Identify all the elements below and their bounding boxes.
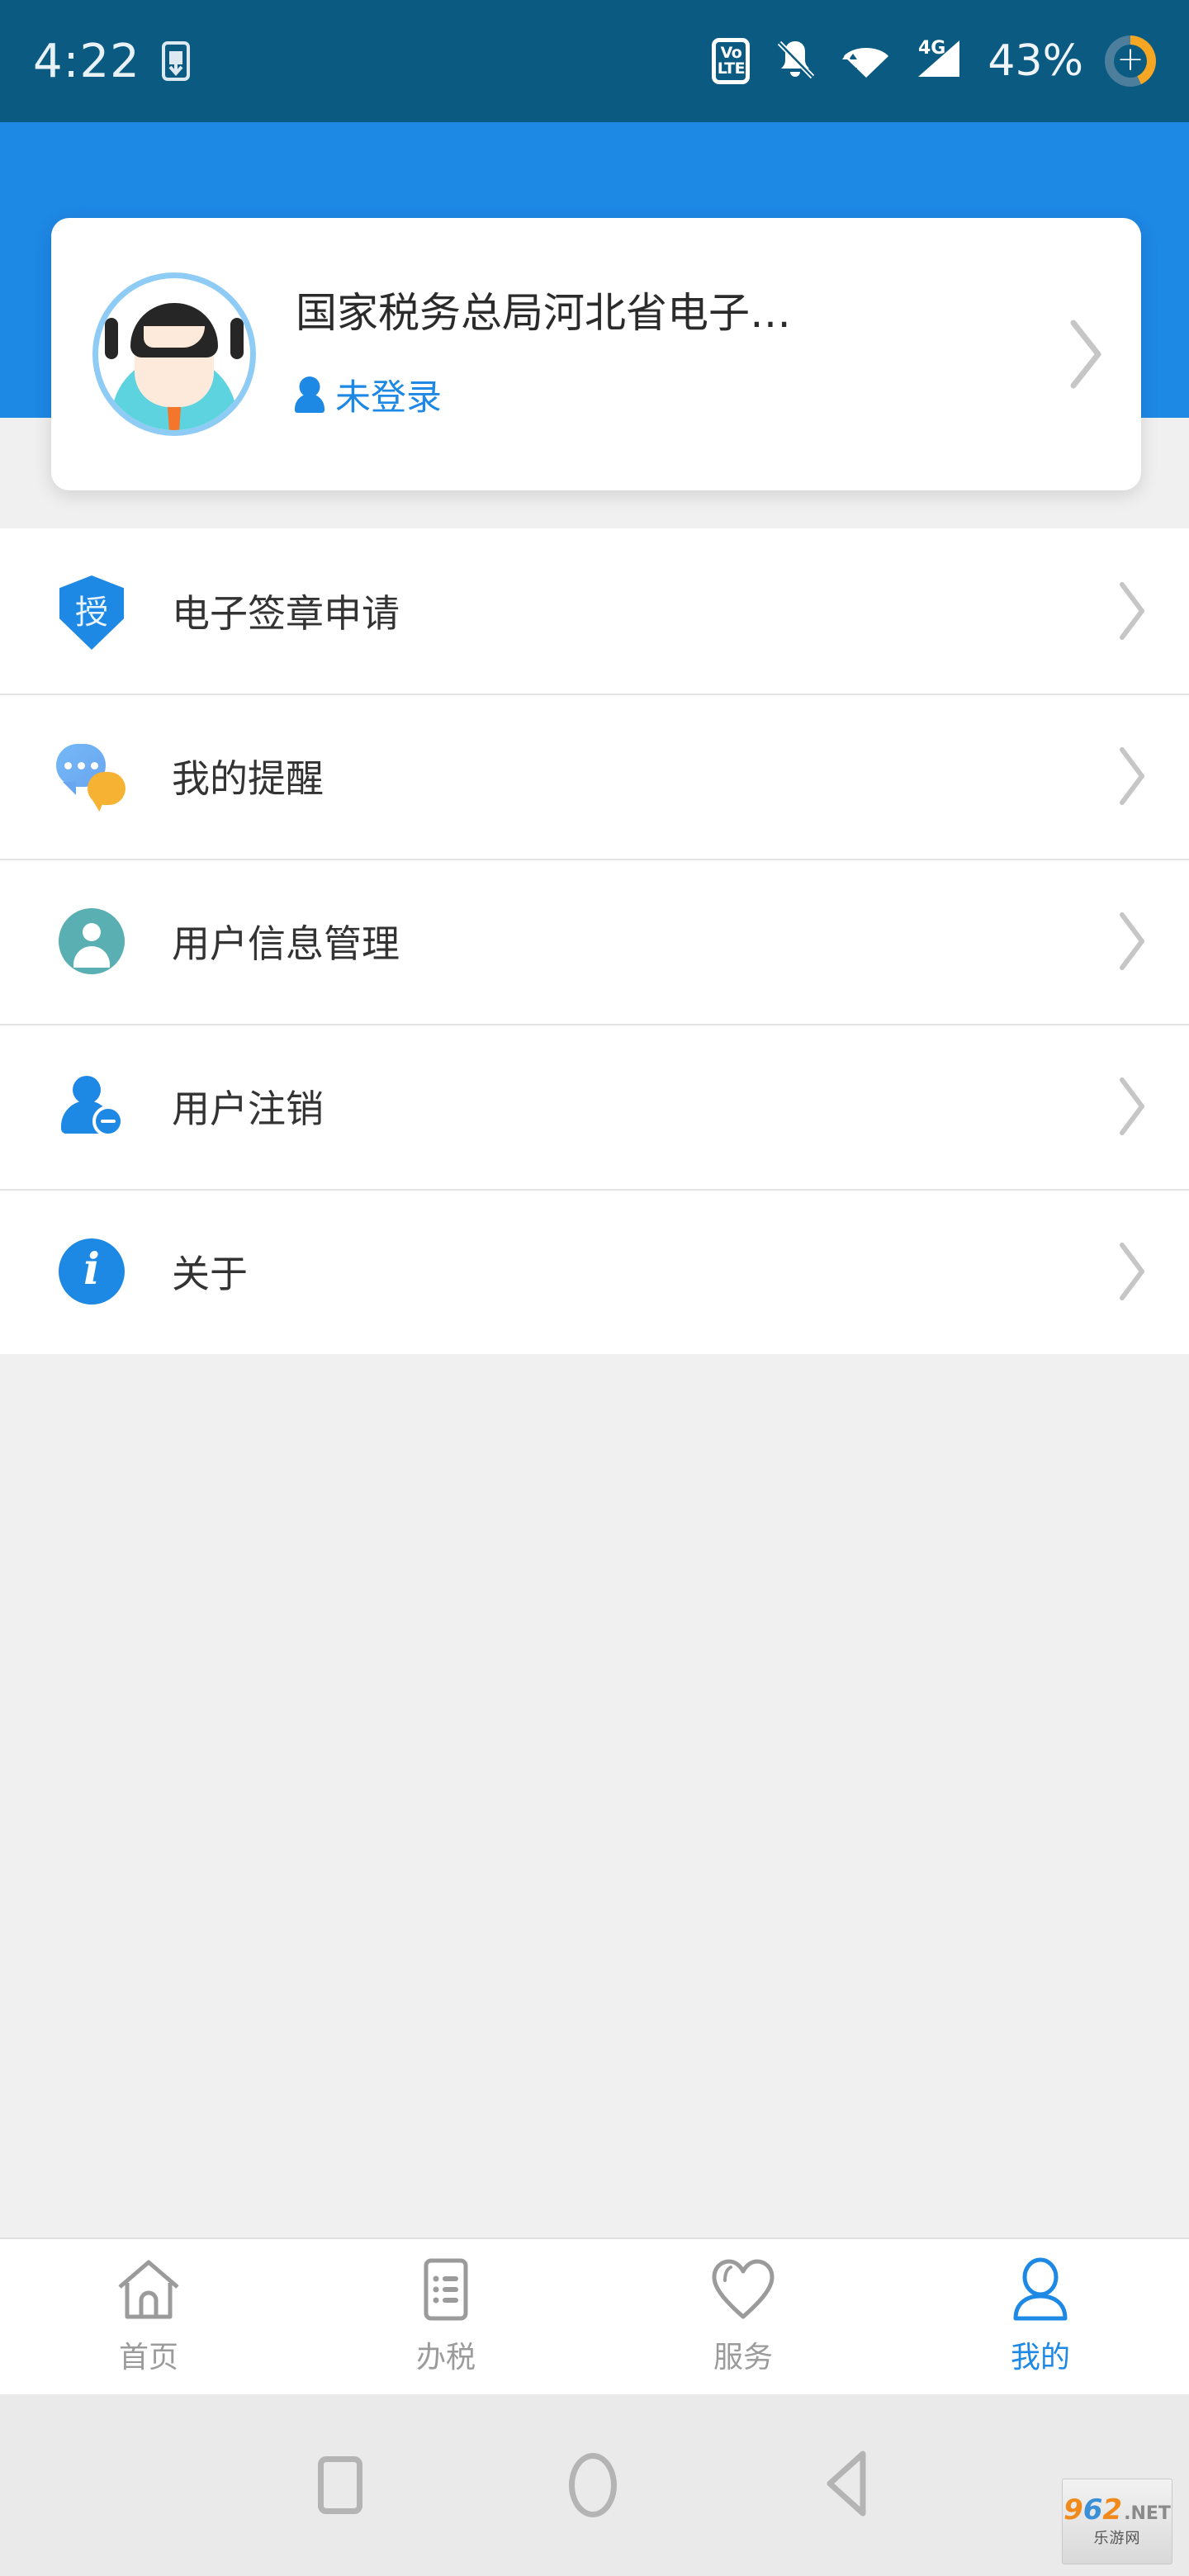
wifi-icon [841, 38, 892, 84]
status-bar-clock: 4:22 [33, 34, 140, 88]
svg-text:4G: 4G [918, 38, 945, 59]
chevron-right-icon[interactable] [1113, 910, 1149, 973]
tab-label: 办税 [415, 2341, 476, 2375]
home-icon [115, 2257, 182, 2322]
user-avatar-illustration [92, 272, 256, 436]
tab-mine[interactable]: 我的 [892, 2239, 1189, 2394]
user-minus-icon [56, 1071, 127, 1142]
watermark-chinese: 乐游网 [1093, 2529, 1141, 2547]
list-item[interactable]: 用户注销 [0, 1024, 1189, 1189]
chevron-right-icon[interactable] [1062, 316, 1108, 392]
profile-text-block: 国家税务总局河北省电子… 未登录 [295, 288, 1045, 420]
list-item-label: 关于 [172, 1252, 248, 1296]
battery-percent-label: 43% [988, 36, 1083, 86]
list-item[interactable]: 我的提醒 [0, 694, 1189, 859]
shield-icon-char: 授 [75, 594, 108, 632]
list-item-label: 用户信息管理 [172, 921, 400, 966]
tab-home[interactable]: 首页 [0, 2239, 297, 2394]
tab-tax[interactable]: 办税 [297, 2239, 594, 2394]
bottom-tab-bar: 首页 办税 服务 我的 [0, 2237, 1189, 2394]
menu-list: 授 电子签章申请 我的提醒 用户信息管理 用户注销 i 关于 [0, 528, 1189, 1354]
info-circle-icon: i [56, 1236, 127, 1307]
status-bar-icons: Vo LTE 4G 43% + [712, 36, 1156, 87]
tab-label: 我的 [1010, 2341, 1070, 2375]
watermark-digit-3: 2 [1102, 2493, 1123, 2526]
list-item-label: 电子签章申请 [172, 591, 400, 636]
tab-label: 服务 [713, 2341, 773, 2375]
info-icon-char: i [83, 1244, 100, 1295]
bell-off-icon [771, 36, 819, 87]
list-item[interactable]: 用户信息管理 [0, 859, 1189, 1024]
list-item[interactable]: i 关于 [0, 1189, 1189, 1354]
watermark-digit-1: 9 [1063, 2493, 1083, 2526]
chevron-right-icon[interactable] [1113, 580, 1149, 642]
tab-service[interactable]: 服务 [594, 2239, 892, 2394]
person-icon [295, 376, 324, 413]
list-doc-icon [415, 2257, 476, 2322]
chevron-right-icon[interactable] [1113, 1075, 1149, 1138]
volte-icon: Vo LTE [712, 38, 751, 84]
phone-download-icon [161, 41, 190, 81]
login-status-row[interactable]: 未登录 [295, 369, 1045, 420]
empty-content-area [0, 1354, 1189, 2237]
login-status-label: 未登录 [335, 377, 442, 419]
square-icon[interactable] [318, 2456, 362, 2514]
shield-seal-icon: 授 [56, 575, 127, 650]
person-icon [1009, 2257, 1072, 2322]
chevron-right-icon[interactable] [1113, 1240, 1149, 1303]
page-title: 国家税务总局河北省电子… [296, 289, 791, 337]
chevron-right-icon[interactable] [1113, 745, 1149, 807]
signal-bars-icon: 4G [913, 36, 966, 87]
status-bar: 4:22 Vo LTE 4G 43% + [0, 0, 1189, 122]
list-item-label: 用户注销 [172, 1087, 324, 1131]
list-item-label: 我的提醒 [172, 756, 324, 801]
circle-icon[interactable] [569, 2453, 617, 2517]
heart-icon [708, 2257, 779, 2322]
profile-card[interactable]: 国家税务总局河北省电子… 未登录 [51, 218, 1141, 490]
site-watermark: 9 6 2 .NET 乐游网 [1062, 2479, 1172, 2564]
chat-bubbles-icon [56, 741, 127, 812]
list-item[interactable]: 授 电子签章申请 [0, 528, 1189, 694]
volte-line-2: LTE [717, 59, 746, 78]
watermark-tld: .NET [1124, 2503, 1171, 2524]
watermark-digit-2: 6 [1082, 2493, 1103, 2526]
user-circle-icon [56, 906, 127, 977]
triangle-left-icon[interactable] [823, 2449, 871, 2522]
phone-screen: 4:22 Vo LTE 4G 43% + 国家税务总局河北省电子… 未登录 授 … [0, 0, 1189, 2576]
tab-label: 首页 [118, 2341, 178, 2375]
android-navigation-bar [0, 2394, 1189, 2576]
battery-charging-ring-icon: + [1105, 36, 1156, 87]
